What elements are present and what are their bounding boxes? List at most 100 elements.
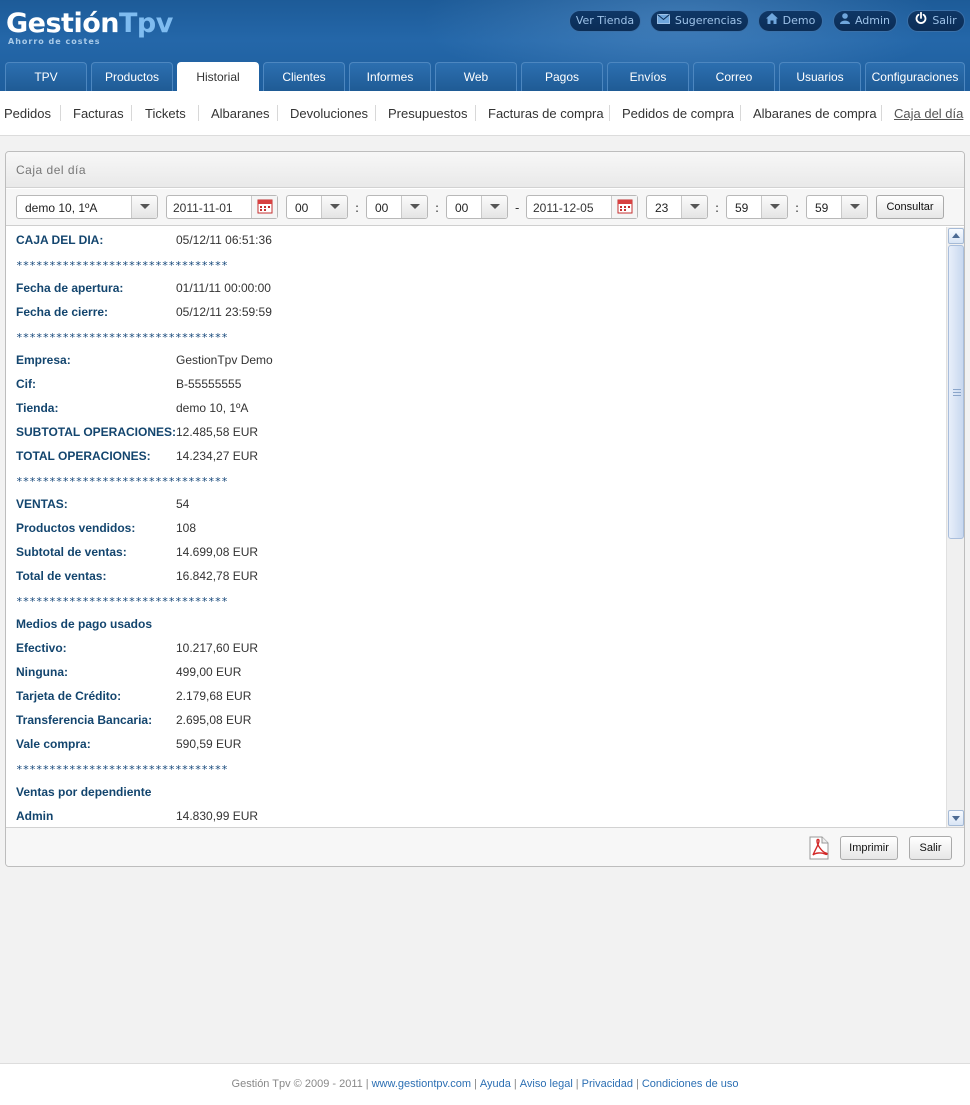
report-scrollbar[interactable] bbox=[946, 227, 964, 827]
pdf-icon[interactable] bbox=[808, 836, 830, 860]
tab-configuraciones[interactable]: Configuraciones bbox=[865, 62, 965, 91]
panel-footer: Imprimir Salir bbox=[6, 827, 964, 866]
report-separator: ******************************** bbox=[16, 595, 228, 608]
subnav-facturas[interactable]: Facturas bbox=[73, 106, 124, 121]
report-separator: ******************************** bbox=[16, 475, 228, 488]
tab-clientes[interactable]: Clientes bbox=[263, 62, 345, 91]
tab-envios[interactable]: Envíos bbox=[607, 62, 689, 91]
subnav-presupuestos[interactable]: Presupuestos bbox=[388, 106, 468, 121]
home-icon bbox=[765, 11, 778, 31]
report-row-value: 14.830,99 EUR bbox=[176, 809, 259, 823]
time-separator: : bbox=[355, 201, 360, 215]
logo[interactable]: GestiónTpv Ahorro de costes bbox=[6, 8, 173, 46]
range-separator: - bbox=[515, 201, 520, 215]
subnav-facturas-compra[interactable]: Facturas de compra bbox=[488, 106, 604, 121]
report-row-label: Fecha de apertura: bbox=[16, 281, 124, 295]
report-row-value: 108 bbox=[176, 521, 197, 535]
report-row-label: TOTAL OPERACIONES: bbox=[16, 449, 151, 463]
report-row-label: Ventas por dependiente bbox=[16, 785, 152, 799]
tab-productos[interactable]: Productos bbox=[91, 62, 173, 91]
footer-site-link[interactable]: www.gestiontpv.com bbox=[372, 1078, 471, 1090]
tab-tpv[interactable]: TPV bbox=[5, 62, 87, 91]
footer-condiciones-link[interactable]: Condiciones de uso bbox=[642, 1078, 739, 1090]
page-footer: Gestión Tpv © 2009 - 2011 | www.gestiontpv… bbox=[0, 1063, 970, 1105]
report-separator: ******************************** bbox=[16, 331, 228, 344]
time-separator: : bbox=[715, 201, 720, 215]
report-row-value: 05/12/11 06:51:36 bbox=[176, 233, 272, 247]
report-row-label: Total de ventas: bbox=[16, 569, 107, 583]
chevron-down-icon[interactable] bbox=[841, 196, 867, 218]
report-row-label: Medios de pago usados bbox=[16, 617, 153, 631]
footer-aviso-link[interactable]: Aviso legal bbox=[520, 1078, 573, 1090]
report-row-label: Subtotal de ventas: bbox=[16, 545, 127, 559]
chevron-down-icon[interactable] bbox=[481, 196, 507, 218]
report-row-value: 590,59 EUR bbox=[176, 737, 242, 751]
logo-brand-b: Tpv bbox=[118, 8, 173, 39]
subnav-devoluciones[interactable]: Devoluciones bbox=[290, 106, 368, 121]
report-row-value: 10.217,60 EUR bbox=[176, 641, 259, 655]
hour-from-select[interactable]: 00 bbox=[286, 195, 348, 219]
date-from-input[interactable]: 2011-11-01 bbox=[166, 195, 278, 219]
report-row-label: Tienda: bbox=[16, 401, 59, 415]
report-row-label: SUBTOTAL OPERACIONES: bbox=[16, 425, 177, 439]
report-row-value: GestionTpv Demo bbox=[176, 353, 273, 367]
chevron-down-icon[interactable] bbox=[761, 196, 787, 218]
report-row-value: B-55555555 bbox=[176, 377, 242, 391]
ver-tienda-link[interactable]: Ver Tienda bbox=[569, 10, 641, 32]
second-to-select[interactable]: 59 bbox=[806, 195, 868, 219]
report-row-value: 05/12/11 23:59:59 bbox=[176, 305, 272, 319]
envelope-icon bbox=[656, 11, 670, 31]
panel-title: Caja del día bbox=[16, 163, 87, 177]
demo-link[interactable]: Demo bbox=[758, 10, 823, 32]
minute-to-select[interactable]: 59 bbox=[726, 195, 788, 219]
imprimir-button[interactable]: Imprimir bbox=[840, 836, 898, 860]
salir-button[interactable]: Salir bbox=[909, 836, 952, 860]
report-row-value: 54 bbox=[176, 497, 190, 511]
footer-privacidad-link[interactable]: Privacidad bbox=[582, 1078, 633, 1090]
salir-top-link[interactable]: Salir bbox=[907, 10, 965, 32]
power-icon bbox=[915, 11, 927, 31]
subnav-tickets[interactable]: Tickets bbox=[145, 106, 186, 121]
store-select[interactable]: demo 10, 1ºA bbox=[16, 195, 158, 219]
admin-link[interactable]: Admin bbox=[833, 10, 897, 32]
consultar-button[interactable]: Consultar bbox=[876, 195, 944, 219]
tab-usuarios[interactable]: Usuarios bbox=[779, 62, 861, 91]
second-from-select[interactable]: 00 bbox=[446, 195, 508, 219]
report-row-label: Ninguna: bbox=[16, 665, 68, 679]
tab-informes[interactable]: Informes bbox=[349, 62, 431, 91]
report-row-label: Cif: bbox=[16, 377, 36, 391]
subnav-albaranes-compra[interactable]: Albaranes de compra bbox=[753, 106, 877, 121]
scroll-thumb[interactable] bbox=[948, 245, 964, 539]
tab-web[interactable]: Web bbox=[435, 62, 517, 91]
report-row-value: 16.842,78 EUR bbox=[176, 569, 259, 583]
tab-historial[interactable]: Historial bbox=[177, 62, 259, 91]
subnav-pedidos-compra[interactable]: Pedidos de compra bbox=[622, 106, 734, 121]
report-row-label: Admin bbox=[16, 809, 54, 823]
chevron-down-icon[interactable] bbox=[321, 196, 347, 218]
report-row-value: 01/11/11 00:00:00 bbox=[176, 281, 271, 295]
calendar-icon[interactable] bbox=[611, 196, 637, 218]
logo-tagline: Ahorro de costes bbox=[8, 37, 101, 46]
report-row-value: 2.179,68 EUR bbox=[176, 689, 252, 703]
sugerencias-link[interactable]: Sugerencias bbox=[650, 10, 749, 32]
hour-to-select[interactable]: 23 bbox=[646, 195, 708, 219]
date-to-input[interactable]: 2011-12-05 bbox=[526, 195, 638, 219]
footer-ayuda-link[interactable]: Ayuda bbox=[480, 1078, 511, 1090]
tab-pagos[interactable]: Pagos bbox=[521, 62, 603, 91]
report-body: CAJA DEL DIA: 05/12/11 06:51:36 **********… bbox=[6, 227, 964, 827]
scroll-up-arrow-icon[interactable] bbox=[948, 228, 964, 244]
subnav-albaranes[interactable]: Albaranes bbox=[211, 106, 270, 121]
tab-correo[interactable]: Correo bbox=[693, 62, 775, 91]
subnav-pedidos[interactable]: Pedidos bbox=[4, 106, 51, 121]
chevron-down-icon[interactable] bbox=[131, 196, 157, 218]
chevron-down-icon[interactable] bbox=[401, 196, 427, 218]
calendar-icon[interactable] bbox=[251, 196, 277, 218]
chevron-down-icon[interactable] bbox=[681, 196, 707, 218]
minute-from-select[interactable]: 00 bbox=[366, 195, 428, 219]
sub-navigation: Pedidos Facturas Tickets Albaranes Devol… bbox=[0, 91, 970, 136]
report-row-value: 14.234,27 EUR bbox=[176, 449, 259, 463]
scroll-down-arrow-icon[interactable] bbox=[948, 810, 964, 826]
subnav-caja-del-dia[interactable]: Caja del día bbox=[894, 106, 963, 121]
report-row-value: 12.485,58 EUR bbox=[176, 425, 259, 439]
report-row-label: Fecha de cierre: bbox=[16, 305, 109, 319]
